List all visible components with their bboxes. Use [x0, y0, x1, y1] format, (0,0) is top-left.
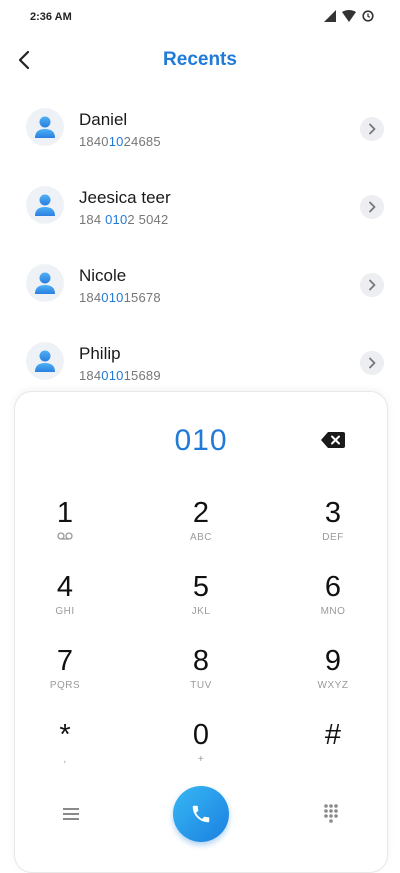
key-digit: 8 [192, 645, 210, 677]
backspace-icon [321, 432, 345, 448]
key-letters: WXYZ [317, 680, 349, 691]
avatar [26, 342, 64, 380]
key-digit: * [59, 719, 71, 751]
recent-call-item[interactable]: Daniel 18401024685 [0, 88, 400, 166]
dial-key-6[interactable]: 6 MNO [288, 570, 378, 632]
wifi-icon [342, 10, 356, 22]
status-icons [324, 10, 374, 22]
number-match-highlight: 010 [101, 368, 124, 383]
number-part: 184 [79, 290, 102, 305]
dialpad: 010 1 2 ABC 3 DEF 4 GHI 5 JKL 6 MNO 7 PQRS 8 TUV 9 WXYZ *… [14, 391, 388, 873]
dial-key-8[interactable]: 8 TUV [156, 644, 246, 706]
key-letters: ABC [189, 532, 213, 543]
key-digit: 2 [192, 497, 210, 529]
key-letters: TUV [190, 680, 212, 691]
contact-details-button[interactable] [360, 117, 384, 141]
key-letters: , [63, 754, 67, 765]
person-icon [35, 116, 55, 138]
avatar [26, 108, 64, 146]
contact-details-button[interactable] [360, 195, 384, 219]
recents-list: Daniel 18401024685 Jeesica teer 184 0102 50… [0, 88, 400, 400]
person-icon [35, 272, 55, 294]
number-part: 24685 [123, 134, 161, 149]
number-part: 15689 [123, 368, 161, 383]
person-icon [35, 350, 55, 372]
recent-call-item[interactable]: Jeesica teer 184 0102 5042 [0, 166, 400, 244]
dialpad-bottom-bar [15, 784, 387, 844]
alarm-icon [362, 10, 374, 22]
contact-name: Daniel [79, 110, 128, 129]
person-icon [35, 194, 55, 216]
contact-name: Philip [79, 344, 121, 363]
dialpad-grid-icon [324, 804, 338, 823]
dial-key-3[interactable]: 3 DEF [288, 496, 378, 558]
number-part: 15678 [123, 290, 161, 305]
menu-button[interactable] [57, 802, 85, 826]
backspace-button[interactable] [317, 428, 349, 452]
key-letters: DEF [322, 532, 344, 543]
key-letters: PQRS [49, 680, 81, 691]
avatar [26, 264, 64, 302]
contact-details-button[interactable] [360, 273, 384, 297]
status-bar: 2:36 AM [0, 0, 400, 36]
phone-icon [192, 805, 210, 823]
key-letters: + [197, 754, 205, 765]
key-digit: 0 [192, 719, 210, 751]
dial-key-0[interactable]: 0 + [156, 718, 246, 780]
key-digit: 5 [192, 571, 210, 603]
status-time: 2:36 AM [30, 11, 72, 23]
recent-call-item[interactable]: Philip 18401015689 [0, 322, 400, 400]
number-part: 2 5042 [127, 212, 169, 227]
key-digit: 7 [56, 645, 74, 677]
dial-key-9[interactable]: 9 WXYZ [288, 644, 378, 706]
menu-icon [63, 808, 79, 820]
key-digit: 6 [324, 571, 342, 603]
contact-number: 18401015689 [79, 368, 161, 383]
number-part: 184 [79, 368, 102, 383]
dial-key-7[interactable]: 7 PQRS [20, 644, 110, 706]
contact-number: 184 0102 5042 [79, 212, 168, 227]
recent-call-item[interactable]: Nicole 18401015678 [0, 244, 400, 322]
key-digit: 1 [56, 497, 74, 529]
avatar [26, 186, 64, 224]
dial-key-hash[interactable]: # [288, 718, 378, 780]
key-digit: 9 [324, 645, 342, 677]
key-digit: 4 [56, 571, 74, 603]
chevron-right-icon [369, 123, 376, 135]
dial-key-1[interactable]: 1 [20, 496, 110, 558]
number-match-highlight: 10 [108, 134, 124, 149]
contact-name: Jeesica teer [79, 188, 171, 207]
dial-key-2[interactable]: 2 ABC [156, 496, 246, 558]
key-letters: MNO [320, 606, 346, 617]
contact-number: 18401015678 [79, 290, 161, 305]
key-digit: 3 [324, 497, 342, 529]
number-part: 184 [79, 212, 106, 227]
key-letters: JKL [191, 606, 211, 617]
dial-key-4[interactable]: 4 GHI [20, 570, 110, 632]
call-button[interactable] [173, 786, 229, 842]
contact-name: Nicole [79, 266, 127, 285]
dial-key-star[interactable]: *, [20, 718, 110, 780]
contact-number: 18401024685 [79, 134, 161, 149]
chevron-right-icon [369, 201, 376, 213]
contact-details-button[interactable] [360, 351, 384, 375]
header: Recents [0, 38, 400, 84]
number-match-highlight: 010 [101, 290, 124, 305]
signal-icon [324, 10, 336, 22]
key-letters: GHI [55, 606, 75, 617]
number-part: 1840 [79, 134, 109, 149]
dialpad-toggle-button[interactable] [317, 800, 345, 826]
key-letters [288, 754, 378, 766]
dial-key-5[interactable]: 5 JKL [156, 570, 246, 632]
key-digit: # [324, 719, 342, 751]
number-match-highlight: 010 [105, 212, 128, 227]
chevron-right-icon [369, 357, 376, 369]
chevron-right-icon [369, 279, 376, 291]
page-title: Recents [163, 49, 237, 70]
voicemail-icon [20, 532, 110, 544]
